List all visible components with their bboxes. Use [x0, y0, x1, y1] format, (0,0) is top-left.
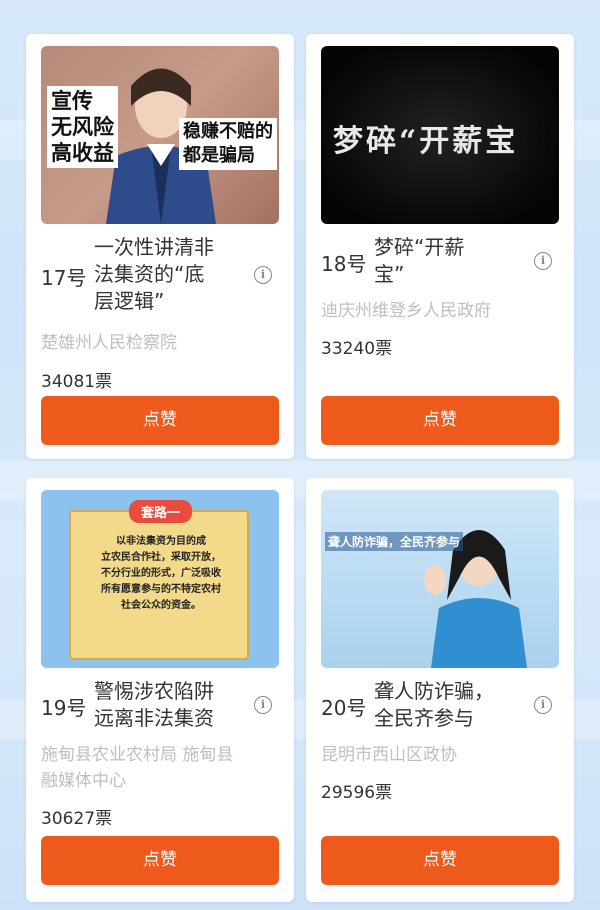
thumbnail-17[interactable]: 宣传 无风险 高收益 稳赚不赔的 都是骗局	[41, 46, 279, 224]
organization: 迪庆州维登乡人民政府	[321, 301, 491, 321]
entry-number: 18号	[321, 252, 367, 276]
presenter-figure	[424, 530, 527, 668]
video-title[interactable]: 聋人防诈骗， 全民齐参与	[374, 678, 524, 732]
info-icon[interactable]: i	[254, 266, 272, 284]
video-title[interactable]: 一次性讲清非 法集资的“底 层逻辑”	[94, 234, 244, 315]
vote-count: 30627票	[41, 809, 113, 829]
thumbnail-18[interactable]: 梦碎“开薪宝	[321, 46, 559, 224]
video-card-17[interactable]: 宣传 无风险 高收益 稳赚不赔的 都是骗局 17号 一次性讲清非 法集资的“底 …	[26, 34, 294, 459]
video-card-18[interactable]: 梦碎“开薪宝 18号 梦碎“开薪 宝” i 迪庆州维登乡人民政府 33240票 …	[306, 34, 574, 459]
like-button[interactable]: 点赞	[321, 836, 559, 885]
like-button[interactable]: 点赞	[321, 396, 559, 445]
info-icon[interactable]: i	[254, 696, 272, 714]
organization: 施甸县农业农村局 施甸县 融媒体中心	[41, 745, 234, 791]
thumb-right-text: 稳赚不赔的 都是骗局	[179, 118, 277, 170]
title-row-17[interactable]: 17号 一次性讲清非 法集资的“底 层逻辑” i	[41, 232, 279, 322]
entry-number: 20号	[321, 696, 367, 720]
video-card-20[interactable]: 聋人防诈骗，全民齐参与 20号 聋人防诈骗， 全民齐参与 i 昆明市西山区政协 …	[306, 478, 574, 902]
like-button[interactable]: 点赞	[41, 396, 279, 445]
thumb-body-text: 以非法集资为目的成 立农民合作社，采取开放， 不分行业的形式，广泛吸收 所有愿意…	[101, 536, 221, 611]
organization: 昆明市西山区政协	[321, 745, 457, 765]
info-icon[interactable]: i	[534, 252, 552, 270]
thumb-tag: 套路一	[129, 500, 193, 523]
video-title[interactable]: 梦碎“开薪 宝”	[374, 234, 524, 288]
video-title[interactable]: 警惕涉农陷阱 远离非法集资	[94, 678, 244, 732]
info-icon[interactable]: i	[534, 696, 552, 714]
thumbnail-20[interactable]: 聋人防诈骗，全民齐参与	[321, 490, 559, 668]
video-card-19[interactable]: 套路一 以非法集资为目的成 立农民合作社，采取开放， 不分行业的形式，广泛吸收 …	[26, 478, 294, 902]
thumbnail-19[interactable]: 套路一 以非法集资为目的成 立农民合作社，采取开放， 不分行业的形式，广泛吸收 …	[41, 490, 279, 668]
entry-number: 19号	[41, 696, 87, 720]
entry-number: 17号	[41, 266, 87, 290]
thumb-title-text: 梦碎“开薪宝	[333, 124, 519, 159]
like-button[interactable]: 点赞	[41, 836, 279, 885]
vote-count: 29596票	[321, 783, 393, 803]
thumb-left-text: 宣传 无风险 高收益	[47, 86, 118, 168]
thumb-title-text: 聋人防诈骗，全民齐参与	[325, 532, 464, 551]
organization: 楚雄州人民检察院	[41, 333, 177, 353]
vote-count: 34081票	[41, 372, 113, 392]
vote-count: 33240票	[321, 339, 393, 359]
